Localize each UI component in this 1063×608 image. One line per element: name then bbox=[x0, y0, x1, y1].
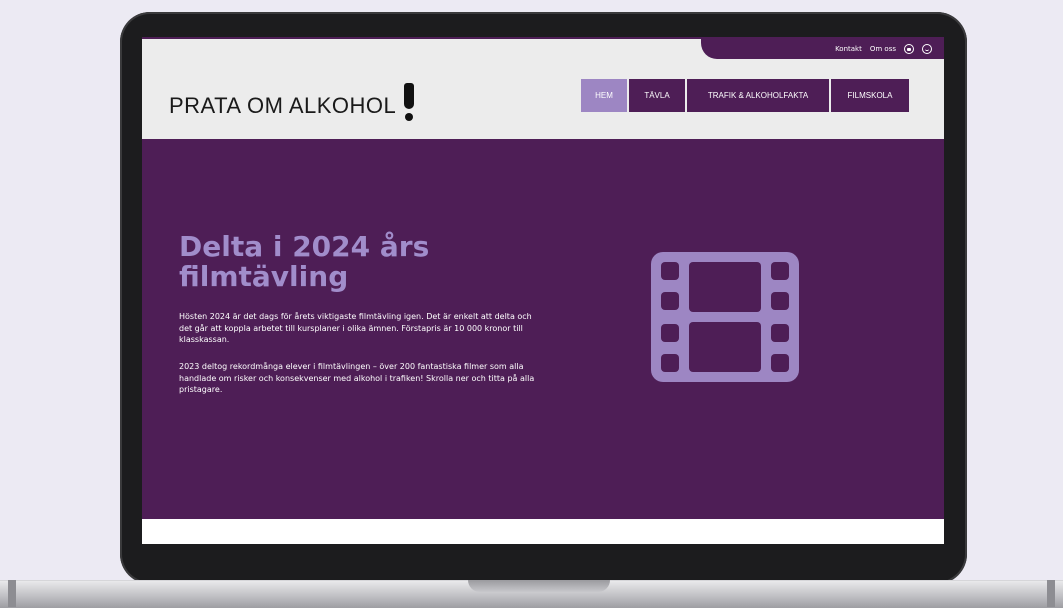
logo-text: PRATA OM ALKOHOL bbox=[169, 93, 397, 118]
kontakt-link[interactable]: Kontakt bbox=[835, 45, 862, 53]
om-oss-link[interactable]: Om oss bbox=[870, 45, 896, 53]
smiley-icon[interactable] bbox=[922, 44, 932, 54]
hero-paragraph-1: Hösten 2024 är det dags för årets viktig… bbox=[179, 312, 532, 344]
nav-hem[interactable]: HEM bbox=[581, 79, 627, 112]
nav-tavla[interactable]: TÄVLA bbox=[629, 79, 685, 112]
laptop-hinge-right bbox=[1047, 580, 1055, 607]
hero-paragraph-2: 2023 deltog rekordmånga elever i filmtäv… bbox=[179, 362, 535, 394]
main-navigation: HEM TÄVLA TRAFIK & ALKOHOLFAKTA FILMSKOL… bbox=[581, 79, 909, 112]
youtube-icon[interactable] bbox=[904, 44, 914, 54]
film-strip-icon bbox=[651, 252, 799, 382]
nav-filmskola[interactable]: FILMSKOLA bbox=[831, 79, 909, 112]
laptop-hinge-left bbox=[8, 580, 16, 607]
exclamation-icon bbox=[404, 83, 416, 121]
hero-section: Delta i 2024 års filmtävling Hösten 2024… bbox=[142, 139, 944, 519]
site-header: Kontakt Om oss PRATA OM ALKOHOL HEM TÄVL… bbox=[142, 37, 944, 141]
top-utility-bar: Kontakt Om oss bbox=[701, 39, 944, 59]
site-logo[interactable]: PRATA OM ALKOHOL bbox=[169, 81, 416, 121]
laptop-notch bbox=[468, 580, 610, 592]
hero-title: Delta i 2024 års filmtävling bbox=[179, 230, 430, 293]
nav-trafik-alkoholfakta[interactable]: TRAFIK & ALKOHOLFAKTA bbox=[687, 79, 829, 112]
website-screen: Kontakt Om oss PRATA OM ALKOHOL HEM TÄVL… bbox=[142, 37, 944, 544]
